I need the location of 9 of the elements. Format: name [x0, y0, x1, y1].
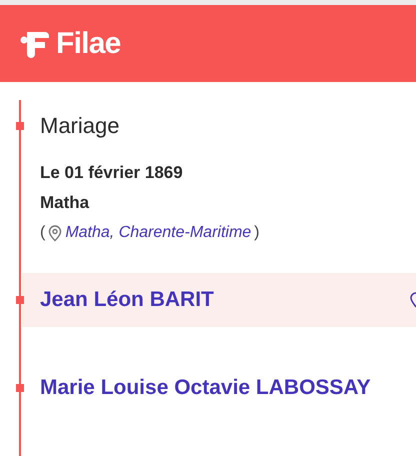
parenthesis: (: [40, 223, 46, 243]
event-title: Mariage: [40, 112, 120, 140]
person-name-link[interactable]: Jean Léon BARIT: [40, 284, 214, 316]
event-date: Le 01 février 1869: [40, 162, 184, 184]
person-name-link[interactable]: Marie Louise Octavie LABOSSAY: [40, 372, 371, 404]
event-place: Matha: [40, 192, 90, 214]
location-link[interactable]: Matha, Charente-Maritime: [65, 218, 252, 248]
person-row[interactable]: Jean Léon BARIT: [22, 273, 416, 327]
parenthesis: ): [254, 223, 260, 243]
